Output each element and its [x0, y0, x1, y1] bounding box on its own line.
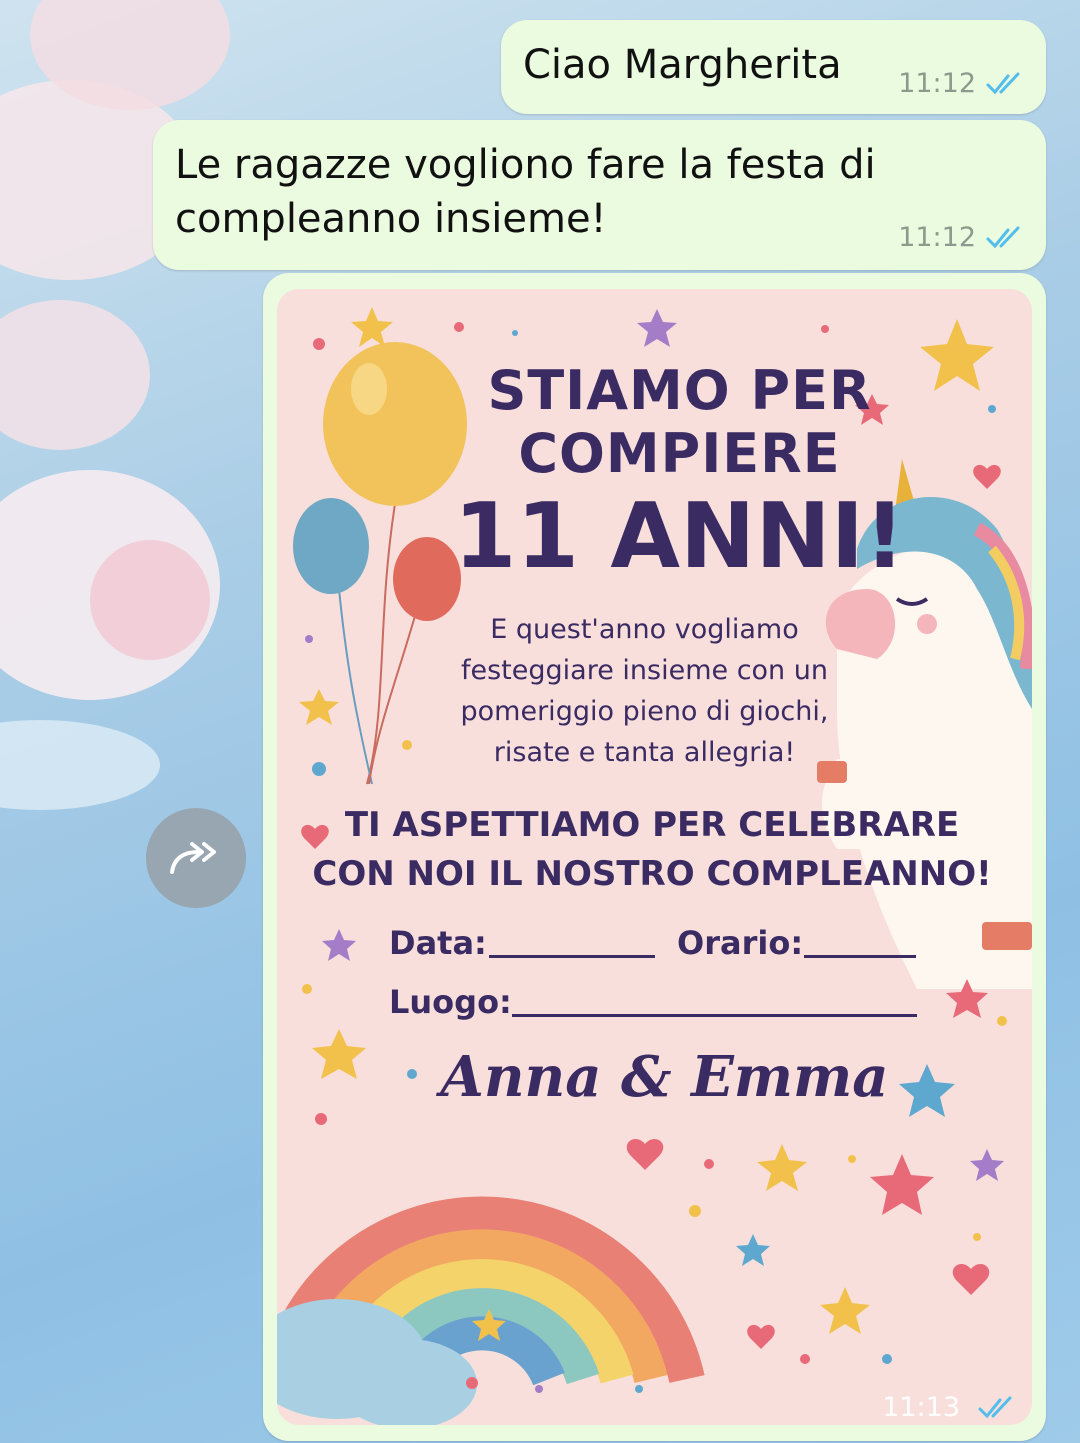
luogo-label: Luogo: — [389, 983, 512, 1021]
orario-label: Orario: — [677, 924, 804, 962]
message-bubble-outgoing[interactable]: Ciao Margherita 11:12 — [501, 20, 1046, 114]
message-time: 11:13 — [882, 1392, 960, 1423]
invitation-celebrate-text: TI ASPETTIAMO PER CELEBRARE CON NOI IL N… — [277, 801, 1012, 899]
invitation-title-line: COMPIERE — [518, 422, 841, 485]
double-check-icon — [986, 226, 1020, 248]
double-check-icon — [978, 1396, 1012, 1418]
message-text-line: compleanno insieme! — [175, 196, 607, 242]
invitation-age-heading: 11 ANNI! — [453, 484, 906, 589]
message-time: 11:12 — [898, 68, 976, 99]
orario-blank-line — [804, 955, 916, 958]
luogo-blank-line — [512, 1014, 917, 1017]
invitation-body-line: E quest'anno vogliamo — [490, 614, 799, 645]
message-meta: 11:13 — [882, 1392, 1018, 1423]
forward-button[interactable] — [146, 808, 246, 908]
invitation-body-text: E quest'anno vogliamo festeggiare insiem… — [277, 609, 1022, 773]
rainbow-illustration — [277, 1196, 705, 1425]
invitation-body-line: risate e tanta allegria! — [493, 737, 796, 768]
invitation-body-line: festeggiare insieme con un — [461, 655, 828, 686]
invitation-title-line: STIAMO PER — [487, 359, 872, 422]
image-message-bubble[interactable]: STIAMO PER COMPIERE 11 ANNI! E quest'ann… — [263, 273, 1046, 1441]
invitation-body-line: pomeriggio pieno di giochi, — [460, 696, 829, 727]
message-text: Le ragazze vogliono fare la festa di com… — [175, 138, 876, 246]
message-time: 11:12 — [898, 222, 976, 253]
message-text-line: Le ragazze vogliono fare la festa di — [175, 142, 876, 188]
message-text: Ciao Margherita — [523, 42, 842, 88]
message-meta: 11:12 — [898, 68, 1026, 99]
message-bubble-outgoing[interactable]: Le ragazze vogliono fare la festa di com… — [153, 120, 1046, 270]
celebrate-line: CON NOI IL NOSTRO COMPLEANNO! — [312, 854, 992, 894]
celebrate-line: TI ASPETTIAMO PER CELEBRARE — [344, 805, 960, 845]
forward-icon — [170, 842, 216, 874]
invitation-names: Anna & Emma — [440, 1044, 889, 1110]
data-label: Data: — [389, 924, 487, 962]
invitation-image[interactable]: STIAMO PER COMPIERE 11 ANNI! E quest'ann… — [277, 289, 1032, 1425]
data-blank-line — [489, 955, 655, 958]
message-meta: 11:12 — [898, 222, 1026, 253]
double-check-icon — [986, 72, 1020, 94]
